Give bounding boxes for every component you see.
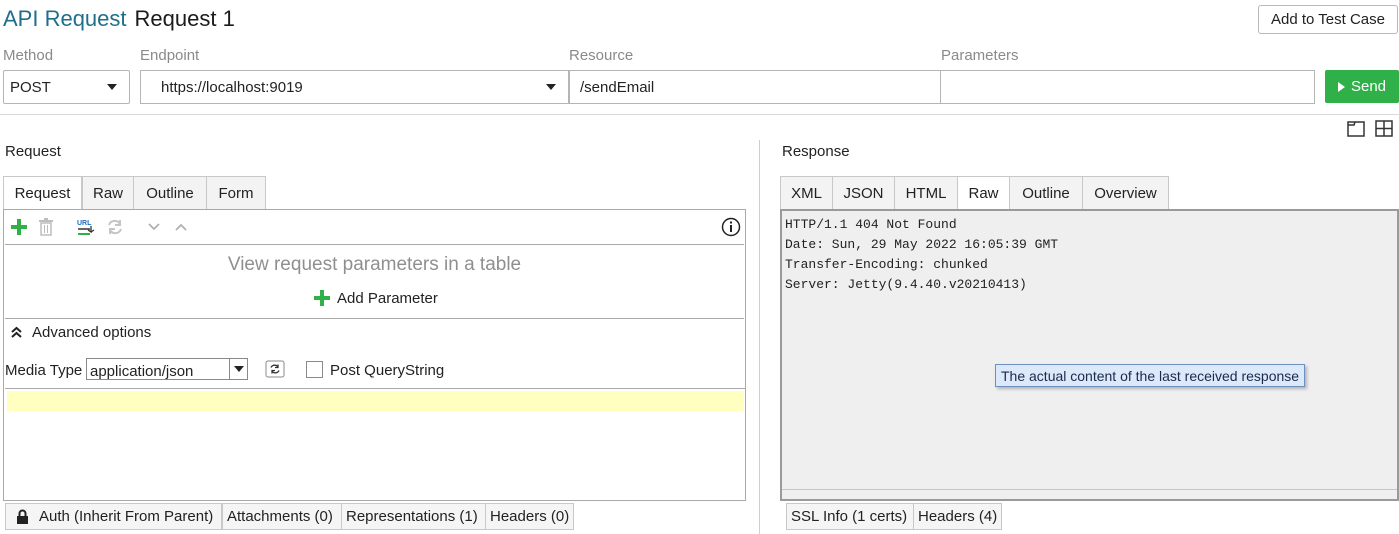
tab-response-headers-label: Headers (4) (918, 508, 998, 525)
add-parameter-button[interactable]: Add Parameter (313, 289, 438, 307)
add-to-test-case-button[interactable]: Add to Test Case (1258, 5, 1398, 34)
reload-media-type-icon[interactable] (265, 360, 285, 378)
tab-response-outline[interactable]: Outline (1009, 176, 1083, 210)
tab-auth[interactable]: Auth (Inherit From Parent) (5, 503, 222, 530)
request-title: API Request Request 1 (3, 6, 235, 32)
info-icon[interactable] (721, 217, 741, 237)
post-querystring-checkbox[interactable] (306, 361, 323, 378)
tab-request[interactable]: Request (3, 176, 82, 211)
endpoint-value: https://localhost:9019 (161, 78, 303, 96)
response-line: Server: Jetty(9.4.40.v20210413) (785, 277, 1027, 292)
header-divider (0, 114, 1399, 115)
chevron-down-icon[interactable] (229, 359, 247, 379)
tab-outline[interactable]: Outline (133, 176, 207, 210)
endpoint-label: Endpoint (140, 47, 200, 64)
move-up-icon[interactable] (174, 222, 188, 232)
parameters-label: Parameters (941, 47, 1019, 64)
svg-text:URL: URL (77, 220, 92, 227)
tab-representations[interactable]: Representations (1) (341, 503, 486, 530)
tab-attachments[interactable]: Attachments (0) (222, 503, 342, 530)
tab-overview[interactable]: Overview (1082, 176, 1169, 210)
tab-response-headers[interactable]: Headers (4) (913, 503, 1002, 530)
refresh-icon[interactable] (106, 218, 124, 236)
tab-ssl-info[interactable]: SSL Info (1 certs) (786, 503, 914, 530)
tab-raw[interactable]: Raw (82, 176, 134, 210)
tab-auth-label: Auth (Inherit From Parent) (39, 508, 214, 525)
chevron-down-icon (107, 84, 117, 90)
tab-xml[interactable]: XML (780, 176, 833, 210)
move-down-icon[interactable] (147, 222, 161, 232)
advanced-options-label: Advanced options (32, 324, 152, 341)
advanced-options-toggle[interactable]: Advanced options (10, 324, 151, 341)
single-panel-icon[interactable] (1347, 120, 1365, 137)
tab-ssl-info-label: SSL Info (1 certs) (791, 508, 908, 525)
lock-icon (17, 509, 28, 524)
resource-label: Resource (569, 47, 634, 64)
response-line: Transfer-Encoding: chunked (785, 257, 988, 272)
trash-icon[interactable] (38, 218, 54, 236)
request-name: Request 1 (134, 6, 235, 31)
method-label: Method (3, 47, 54, 64)
resource-value: /sendEmail (580, 78, 655, 96)
resource-input[interactable]: /sendEmail (569, 70, 941, 104)
response-lines: HTTP/1.1 404 Not Found Date: Sun, 29 May… (785, 215, 1058, 295)
send-button[interactable]: Send (1325, 70, 1399, 103)
request-type-label: API Request (3, 6, 127, 31)
empty-params-text: View request parameters in a table (227, 254, 522, 275)
panel-splitter[interactable] (759, 140, 760, 534)
tab-json[interactable]: JSON (832, 176, 895, 210)
current-line-highlight (7, 391, 744, 411)
media-type-label: Media Type (5, 362, 83, 379)
method-value: POST (10, 78, 51, 96)
tab-request-headers-label: Headers (0) (490, 508, 570, 525)
split-panel-icon[interactable] (1375, 120, 1393, 137)
endpoint-combo[interactable]: https://localhost:9019 (140, 70, 569, 104)
play-icon (1337, 81, 1345, 92)
url-params-icon[interactable]: URL (76, 217, 96, 237)
response-scrollbar[interactable] (782, 489, 1397, 490)
tab-representations-label: Representations (1) (346, 508, 478, 525)
post-querystring-label: Post QueryString (330, 362, 445, 379)
add-icon (314, 290, 330, 306)
send-label: Send (1350, 78, 1387, 95)
tab-form[interactable]: Form (206, 176, 266, 210)
response-section-label: Response (782, 143, 850, 160)
double-chevron-up-icon (11, 326, 22, 338)
add-parameter-label: Add Parameter (337, 289, 438, 307)
tab-response-raw[interactable]: Raw (957, 176, 1010, 211)
tab-html[interactable]: HTML (894, 176, 958, 210)
method-select[interactable]: POST (3, 70, 130, 104)
response-line: Date: Sun, 29 May 2022 16:05:39 GMT (785, 237, 1059, 252)
chevron-down-icon[interactable] (546, 84, 556, 90)
media-type-select[interactable]: application/json (86, 358, 248, 380)
media-type-value: application/json (90, 363, 194, 380)
request-section-label: Request (5, 143, 61, 160)
tab-attachments-label: Attachments (0) (227, 508, 333, 525)
parameters-input[interactable] (940, 70, 1315, 104)
response-line: HTTP/1.1 404 Not Found (785, 217, 957, 232)
response-tooltip: The actual content of the last received … (995, 364, 1306, 387)
tab-request-headers[interactable]: Headers (0) (485, 503, 574, 530)
add-icon[interactable] (10, 218, 28, 236)
